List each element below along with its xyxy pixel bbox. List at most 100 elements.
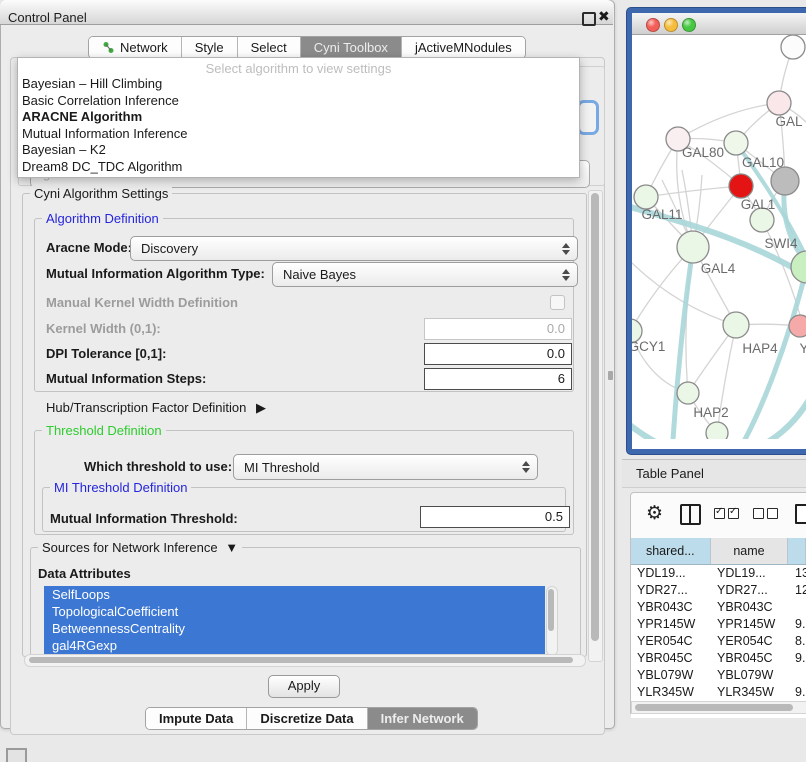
network-node-hap4[interactable] bbox=[723, 312, 749, 338]
node-label: GAL11 bbox=[641, 207, 682, 222]
network-edge-thick[interactable] bbox=[672, 247, 693, 439]
column-header-cut[interactable] bbox=[788, 538, 806, 564]
column-header-name[interactable]: name bbox=[711, 538, 789, 564]
attributes-scrollbar-thumb[interactable] bbox=[548, 589, 554, 631]
threshold-definition-title: Threshold Definition bbox=[42, 423, 166, 438]
column-header-shared...[interactable]: shared... bbox=[631, 538, 711, 564]
tab-discretize-data[interactable]: Discretize Data bbox=[247, 708, 367, 729]
algorithm-option[interactable]: Bayesian – K2 bbox=[22, 142, 579, 159]
mi-steps-input[interactable]: 6 bbox=[424, 368, 572, 390]
zoom-traffic-light-icon[interactable] bbox=[682, 18, 696, 32]
attribute-item[interactable]: SelfLoops bbox=[44, 586, 545, 603]
network-node-gal11[interactable] bbox=[634, 185, 658, 209]
network-node-gal1[interactable] bbox=[729, 174, 753, 198]
network-icon bbox=[102, 41, 115, 54]
node-label: GAL1 bbox=[741, 197, 776, 212]
network-node-gal10[interactable] bbox=[724, 131, 748, 155]
network-node[interactable] bbox=[781, 35, 805, 59]
aracne-mode-select[interactable]: Discovery bbox=[130, 236, 578, 261]
attribute-item[interactable]: gal4RGexp bbox=[44, 637, 545, 654]
document-icon[interactable] bbox=[795, 504, 806, 524]
close-icon[interactable]: ✖ bbox=[598, 8, 610, 25]
table-row[interactable]: YER054CYER054C8. bbox=[631, 633, 806, 650]
tab-select[interactable]: Select bbox=[238, 37, 301, 58]
unchecked-pair-icon[interactable] bbox=[753, 507, 781, 522]
gear-icon[interactable]: ⚙ bbox=[646, 502, 663, 525]
dropdown-placeholder: Select algorithm to view settings bbox=[18, 58, 579, 75]
tab-style[interactable]: Style bbox=[182, 37, 238, 58]
attribute-item[interactable]: TopologicalCoefficient bbox=[44, 603, 545, 620]
network-node-gal4[interactable] bbox=[677, 231, 709, 263]
dpi-tolerance-input[interactable]: 0.0 bbox=[424, 343, 572, 365]
node-label: HAP4 bbox=[742, 341, 778, 356]
algorithm-option[interactable]: ARACNE Algorithm bbox=[22, 109, 579, 126]
float-panel-icon[interactable] bbox=[6, 748, 27, 762]
algorithm-option[interactable]: Dream8 DC_TDC Algorithm bbox=[22, 159, 579, 176]
kernel-width-input[interactable]: 0.0 bbox=[424, 318, 572, 340]
combo-focus-fragment[interactable] bbox=[577, 100, 599, 135]
tab-label: Impute Data bbox=[159, 711, 233, 726]
control-panel-titlebar[interactable] bbox=[0, 0, 613, 25]
manual-kernel-checkbox[interactable] bbox=[550, 295, 565, 310]
node-label: GAL10 bbox=[742, 155, 784, 170]
table-cell: YBL079W bbox=[711, 667, 789, 684]
table-row[interactable]: YPR145WYPR145W9. bbox=[631, 616, 806, 633]
tab-jactivemnodules[interactable]: jActiveMNodules bbox=[402, 37, 525, 58]
table-cell: YDR27... bbox=[631, 582, 711, 599]
mi-threshold-input[interactable]: 0.5 bbox=[420, 506, 570, 528]
algorithm-dropdown-popup: Select algorithm to view settings Bayesi… bbox=[17, 57, 580, 178]
mi-threshold-group-title: MI Threshold Definition bbox=[50, 480, 191, 495]
table-row[interactable]: YDL19...YDL19...13 bbox=[631, 565, 806, 582]
mi-steps-label: Mutual Information Steps: bbox=[46, 371, 206, 386]
table-hscrollbar[interactable] bbox=[631, 701, 806, 714]
expanded-arrow-icon: ▼ bbox=[225, 540, 238, 555]
table-hscrollbar-thumb[interactable] bbox=[635, 704, 793, 711]
network-node[interactable] bbox=[771, 167, 799, 195]
mi-type-select[interactable]: Naive Bayes bbox=[272, 262, 578, 287]
node-label: Y bbox=[799, 341, 806, 356]
close-traffic-light-icon[interactable] bbox=[646, 18, 660, 32]
sources-title[interactable]: Sources for Network Inference ▼ bbox=[38, 540, 242, 555]
attributes-scrollbar[interactable] bbox=[546, 586, 558, 656]
table-row[interactable]: YDR27...YDR27...12 bbox=[631, 582, 806, 599]
checked-pair-icon[interactable] bbox=[714, 507, 742, 522]
node-label: GAL4 bbox=[701, 261, 736, 276]
algorithm-option[interactable]: Mutual Information Inference bbox=[22, 126, 579, 143]
network-canvas[interactable]: GALGAL80GAL10GAL1GAL11SWI4GAL4GCY1HAP4YH… bbox=[632, 35, 806, 439]
network-window-titlebar[interactable] bbox=[632, 13, 806, 35]
float-window-icon[interactable] bbox=[582, 12, 596, 26]
table-row[interactable]: YBL079WYBL079W bbox=[631, 667, 806, 684]
algorithm-option[interactable]: Basic Correlation Inference bbox=[22, 93, 579, 110]
settings-hscrollbar-thumb[interactable] bbox=[29, 657, 573, 663]
network-edge[interactable] bbox=[646, 186, 741, 197]
settings-vscrollbar-thumb[interactable] bbox=[591, 193, 599, 641]
which-threshold-select[interactable]: MI Threshold bbox=[233, 454, 538, 480]
table-row[interactable]: YBR045CYBR045C9. bbox=[631, 650, 806, 667]
table-rows: YDL19...YDL19...13YDR27...YDR27...12YBR0… bbox=[631, 565, 806, 718]
tab-infer-network[interactable]: Infer Network bbox=[368, 708, 477, 729]
algorithm-option[interactable]: Bayesian – Hill Climbing bbox=[22, 76, 579, 93]
tab-cyni-toolbox[interactable]: Cyni Toolbox bbox=[301, 37, 402, 58]
network-node-gal[interactable] bbox=[767, 91, 791, 115]
network-node[interactable] bbox=[791, 251, 806, 283]
attribute-item[interactable]: BetweennessCentrality bbox=[44, 620, 545, 637]
control-panel-title: Control Panel bbox=[8, 10, 87, 25]
tab-network[interactable]: Network bbox=[89, 37, 182, 58]
panel-splitter-handle[interactable] bbox=[608, 371, 613, 380]
network-node-y[interactable] bbox=[789, 315, 806, 337]
table-cell: 12 bbox=[789, 582, 806, 599]
table-row[interactable]: YBR043CYBR043C bbox=[631, 599, 806, 616]
settings-hscrollbar[interactable] bbox=[24, 654, 586, 667]
settings-vscrollbar[interactable] bbox=[588, 190, 603, 662]
combo-arrows-icon bbox=[522, 461, 530, 473]
network-node[interactable] bbox=[706, 422, 728, 439]
columns-icon[interactable] bbox=[680, 504, 701, 525]
network-view-window[interactable]: GALGAL80GAL10GAL1GAL11SWI4GAL4GCY1HAP4YH… bbox=[627, 8, 806, 454]
apply-button[interactable]: Apply bbox=[268, 675, 340, 698]
table-cell: YLR345W bbox=[711, 684, 789, 701]
hub-definition-toggle[interactable]: Hub/Transcription Factor Definition ▶ bbox=[46, 400, 266, 416]
network-node-hap2[interactable] bbox=[677, 382, 699, 404]
tab-impute-data[interactable]: Impute Data bbox=[146, 708, 247, 729]
minimize-traffic-light-icon[interactable] bbox=[664, 18, 678, 32]
table-row[interactable]: YLR345WYLR345W9. bbox=[631, 684, 806, 701]
